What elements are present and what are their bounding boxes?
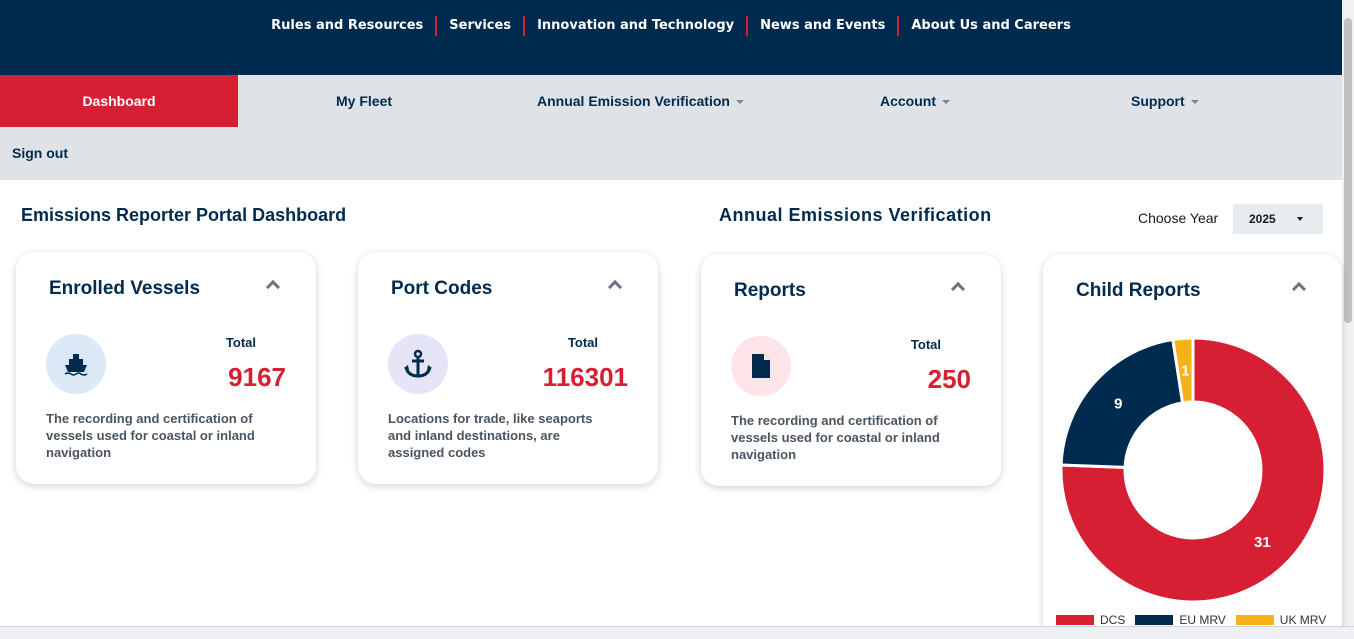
top-navigation: Rules and Resources Services Innovation …: [0, 16, 1342, 36]
total-label: Total: [567, 335, 598, 350]
sign-out-link[interactable]: Sign out: [12, 145, 68, 161]
legend-label: DCS: [1100, 613, 1126, 627]
legend-label: UK MRV: [1279, 613, 1327, 627]
year-select-value: 2025: [1249, 212, 1276, 226]
legend-item[interactable]: EU MRV: [1135, 613, 1226, 627]
choose-year-label: Choose Year: [1138, 210, 1219, 226]
data-label: 1: [1181, 362, 1189, 379]
tab-annual-emission-verification[interactable]: Annual Emission Verification: [537, 75, 744, 127]
legend-item[interactable]: UK MRV: [1235, 613, 1327, 627]
port-codes-card: Port Codes Total 116301 Locations for tr…: [358, 252, 658, 484]
vertical-scrollbar[interactable]: [1342, 0, 1354, 626]
legend-swatch: [1235, 615, 1274, 625]
card-description: The recording and certification of vesse…: [731, 413, 940, 462]
tab-dashboard[interactable]: Dashboard: [0, 75, 238, 127]
scrollbar-thumb[interactable]: [1344, 18, 1352, 323]
chart-legend: DCS EU MRV UK MRV: [1056, 613, 1336, 627]
legend-label: EU MRV: [1179, 613, 1226, 627]
chevron-down-icon: [1297, 217, 1303, 221]
top-header: Rules and Resources Services Innovation …: [0, 0, 1342, 75]
ship-icon: [46, 334, 106, 394]
chevron-up-icon[interactable]: [265, 279, 281, 295]
tab-my-fleet[interactable]: My Fleet: [336, 75, 392, 127]
chevron-up-icon[interactable]: [950, 281, 966, 297]
taskbar: [0, 626, 1354, 639]
tab-account-label: Account: [880, 93, 936, 109]
tab-support[interactable]: Support: [1131, 75, 1199, 127]
chevron-up-icon[interactable]: [607, 279, 623, 295]
child-reports-card: Child Reports 31 9 1 DCS EU MRV UK MRV: [1043, 254, 1342, 634]
page-title: Emissions Reporter Portal Dashboard: [21, 205, 347, 225]
tab-support-label: Support: [1131, 93, 1185, 109]
nav-news-and-events[interactable]: News and Events: [746, 16, 897, 36]
tab-account[interactable]: Account: [880, 75, 950, 127]
chevron-down-icon: [1190, 100, 1199, 105]
total-value: 116301: [542, 362, 628, 392]
total-label: Total: [910, 337, 941, 352]
chevron-down-icon: [942, 100, 950, 105]
nav-rules-and-resources[interactable]: Rules and Resources: [259, 16, 435, 36]
total-value: 250: [927, 364, 971, 394]
card-description: The recording and certification of vesse…: [46, 411, 255, 460]
nav-about-us-and-careers[interactable]: About Us and Careers: [897, 16, 1082, 36]
total-label: Total: [225, 335, 256, 350]
nav-innovation-and-technology[interactable]: Innovation and Technology: [523, 16, 746, 36]
nav-services[interactable]: Services: [435, 16, 523, 36]
data-label: 9: [1114, 395, 1122, 412]
card-description: Locations for trade, like seaports and i…: [388, 411, 593, 460]
chevron-down-icon: [735, 100, 744, 105]
data-label: 31: [1254, 534, 1271, 551]
total-value: 9167: [228, 362, 286, 392]
legend-swatch: [1135, 615, 1174, 625]
document-icon: [731, 336, 791, 396]
section-title-aev: Annual Emissions Verification: [719, 205, 992, 225]
enrolled-vessels-card: Enrolled Vessels Total 9167 The recordin…: [16, 252, 316, 484]
legend-swatch: [1056, 615, 1094, 625]
sub-navigation: Dashboard My Fleet Annual Emission Verif…: [0, 75, 1342, 180]
reports-card: Reports Total 250 The recording and cert…: [701, 254, 1001, 486]
card-title: Enrolled Vessels: [49, 278, 201, 299]
card-title: Reports: [734, 280, 806, 301]
card-title: Port Codes: [391, 278, 493, 299]
tab-annual-emission-verification-label: Annual Emission Verification: [537, 93, 730, 109]
legend-item[interactable]: DCS: [1056, 613, 1125, 627]
child-reports-donut-chart: 31 9 1: [1059, 336, 1327, 604]
year-select[interactable]: 2025: [1233, 204, 1323, 234]
anchor-icon: [388, 334, 448, 394]
